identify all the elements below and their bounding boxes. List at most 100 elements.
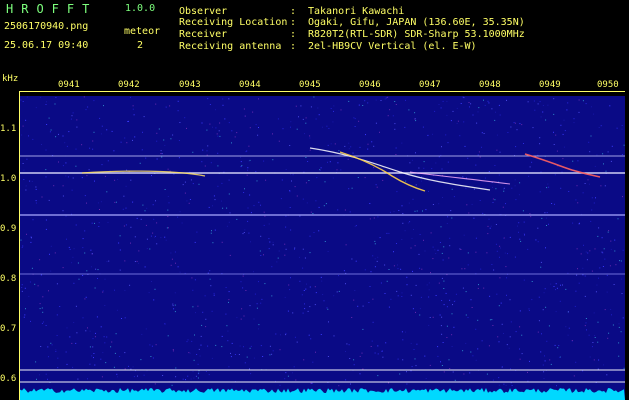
noise-speck	[22, 101, 24, 102]
noise-speck	[379, 131, 380, 133]
noise-speck	[62, 135, 64, 137]
noise-speck	[478, 284, 479, 286]
noise-speck	[494, 119, 496, 121]
noise-speck	[408, 202, 410, 204]
noise-speck	[102, 290, 104, 292]
noise-speck	[229, 254, 231, 256]
noise-speck	[285, 248, 287, 250]
noise-speck	[320, 334, 322, 335]
noise-speck	[608, 230, 610, 232]
noise-speck	[139, 162, 141, 164]
noise-speck	[72, 177, 74, 179]
noise-speck	[241, 165, 243, 167]
noise-speck	[182, 378, 184, 380]
noise-speck	[108, 260, 110, 262]
noise-speck	[591, 197, 593, 199]
noise-speck	[343, 270, 345, 272]
noise-speck	[130, 179, 132, 181]
noise-speck	[161, 156, 163, 158]
noise-speck	[114, 289, 115, 291]
noise-speck	[308, 334, 310, 336]
noise-speck	[377, 256, 379, 258]
noise-speck	[111, 341, 113, 343]
noise-speck	[56, 335, 58, 336]
noise-speck	[193, 377, 195, 379]
noise-speck	[422, 210, 423, 212]
noise-speck	[539, 101, 541, 103]
noise-speck	[207, 145, 209, 147]
noise-speck	[218, 130, 220, 132]
noise-speck	[271, 353, 273, 355]
noise-speck	[375, 99, 377, 101]
noise-speck	[196, 231, 198, 233]
noise-speck	[89, 363, 91, 365]
noise-speck	[178, 140, 180, 141]
noise-speck	[382, 179, 384, 181]
noise-speck	[230, 352, 231, 354]
noise-speck	[373, 217, 375, 219]
noise-speck	[84, 252, 86, 254]
noise-speck	[489, 227, 491, 229]
noise-speck	[446, 325, 448, 327]
noise-speck	[271, 295, 273, 297]
noise-speck	[263, 254, 264, 256]
meta-key-receiver: Receiver	[179, 29, 228, 40]
noise-speck	[351, 187, 353, 189]
noise-speck	[622, 249, 624, 251]
noise-speck	[438, 104, 440, 105]
noise-speck	[315, 292, 317, 294]
noise-speck	[35, 202, 37, 204]
noise-speck	[537, 331, 539, 333]
noise-speck	[84, 230, 86, 232]
noise-speck	[350, 383, 351, 385]
noise-speck	[451, 313, 453, 315]
noise-speck	[167, 168, 169, 170]
noise-speck	[478, 151, 480, 153]
noise-speck	[534, 109, 536, 111]
noise-speck	[224, 118, 226, 120]
noise-speck	[107, 160, 109, 162]
noise-speck	[590, 135, 592, 137]
noise-speck	[564, 130, 566, 132]
meta-value-location: Ogaki, Gifu, JAPAN (136.60E, 35.35N)	[308, 17, 525, 28]
noise-speck	[369, 286, 371, 287]
noise-speck	[81, 177, 83, 179]
noise-speck	[42, 311, 44, 313]
noise-speck	[257, 134, 259, 136]
app-version: 1.0.0	[125, 3, 156, 14]
noise-speck	[77, 262, 79, 264]
noise-speck	[451, 346, 453, 347]
noise-speck	[330, 143, 332, 145]
noise-speck	[541, 333, 542, 335]
noise-speck	[230, 356, 232, 358]
noise-speck	[455, 293, 457, 295]
noise-speck	[409, 221, 411, 223]
noise-speck	[75, 305, 77, 307]
noise-speck	[473, 217, 475, 219]
noise-speck	[48, 356, 49, 358]
noise-speck	[102, 291, 104, 293]
noise-speck	[477, 111, 479, 113]
noise-speck	[303, 290, 305, 291]
x-tick-label: 0945	[299, 80, 321, 90]
noise-speck	[333, 295, 335, 297]
noise-speck	[496, 134, 498, 136]
noise-speck	[500, 247, 501, 249]
noise-speck	[623, 144, 625, 146]
noise-speck	[302, 267, 304, 269]
noise-speck	[89, 346, 91, 348]
noise-speck	[97, 278, 98, 279]
noise-speck	[567, 102, 569, 104]
noise-speck	[227, 330, 229, 332]
noise-speck	[321, 126, 323, 128]
noise-speck	[169, 105, 171, 107]
noise-speck	[557, 347, 559, 349]
noise-speck	[216, 133, 218, 135]
noise-speck	[132, 108, 134, 110]
noise-speck	[487, 233, 489, 235]
noise-speck	[583, 244, 584, 246]
noise-speck	[377, 353, 379, 355]
noise-speck	[492, 186, 493, 188]
noise-speck	[228, 291, 230, 293]
noise-speck	[413, 349, 415, 350]
